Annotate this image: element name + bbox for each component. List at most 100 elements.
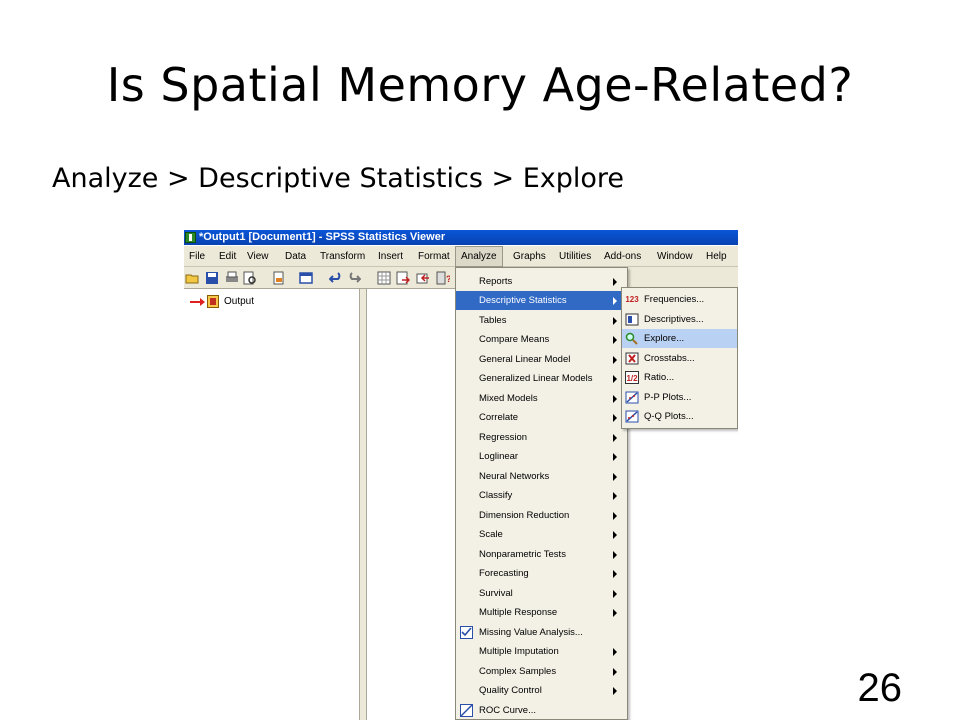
outline-pane: Output: [184, 289, 359, 720]
menu-add-ons[interactable]: Add-ons: [599, 249, 646, 265]
submenu-arrow-icon: [613, 278, 617, 286]
menu-item-mixed-models[interactable]: Mixed Models: [456, 389, 627, 408]
menu-item-compare-means[interactable]: Compare Means: [456, 330, 627, 349]
menu-item-label: Neural Networks: [479, 471, 550, 482]
pane-splitter[interactable]: [359, 289, 367, 720]
window-title: *Output1 [Document1] - SPSS Statistics V…: [199, 231, 446, 243]
menu-item-classify[interactable]: Classify: [456, 486, 627, 505]
menu-item-loglinear[interactable]: Loglinear: [456, 447, 627, 466]
menu-insert[interactable]: Insert: [373, 249, 408, 265]
missing-value-icon: [460, 626, 473, 639]
menu-transform[interactable]: Transform: [315, 249, 370, 265]
menu-item-multiple-imputation[interactable]: Multiple Imputation: [456, 642, 627, 661]
menu-item-ratio[interactable]: 1/2 Ratio...: [622, 368, 737, 387]
menu-item-general-linear-model[interactable]: General Linear Model: [456, 350, 627, 369]
menu-item-nonparametric-tests[interactable]: Nonparametric Tests: [456, 545, 627, 564]
undo-icon[interactable]: [329, 271, 343, 285]
menu-item-label: Nonparametric Tests: [479, 549, 566, 560]
menu-data[interactable]: Data: [280, 249, 311, 265]
menu-view[interactable]: View: [242, 249, 274, 265]
slide-title: Is Spatial Memory Age-Related?: [106, 58, 854, 112]
menu-item-frequencies[interactable]: 123 Frequencies...: [622, 290, 737, 309]
insert-cases-icon[interactable]: [416, 271, 430, 285]
menu-item-label: Dimension Reduction: [479, 510, 570, 521]
menu-item-label: Survival: [479, 588, 513, 599]
submenu-arrow-icon: [613, 297, 617, 305]
menu-item-label: Q-Q Plots...: [644, 411, 694, 422]
menu-item-regression[interactable]: Regression: [456, 428, 627, 447]
submenu-arrow-icon: [613, 609, 617, 617]
submenu-arrow-icon: [613, 336, 617, 344]
menu-analyze[interactable]: Analyze: [455, 246, 503, 267]
print-icon[interactable]: [225, 271, 239, 285]
menu-item-complex-samples[interactable]: Complex Samples: [456, 662, 627, 681]
variables-icon[interactable]: ?: [436, 271, 450, 285]
menu-item-neural-networks[interactable]: Neural Networks: [456, 467, 627, 486]
menu-item-label: Correlate: [479, 412, 519, 423]
submenu-arrow-icon: [613, 453, 617, 461]
menu-edit[interactable]: Edit: [214, 249, 241, 265]
spss-viewer-window: *Output1 [Document1] - SPSS Statistics V…: [184, 230, 738, 720]
menu-item-pp-plots[interactable]: P-P Plots...: [622, 388, 737, 407]
menu-item-explore[interactable]: Explore...: [622, 329, 737, 348]
menu-item-qq-plots[interactable]: Q-Q Plots...: [622, 407, 737, 426]
menu-item-forecasting[interactable]: Forecasting: [456, 564, 627, 583]
spss-app-icon: [185, 232, 196, 243]
export-icon[interactable]: [272, 271, 286, 285]
roc-curve-icon: [460, 704, 473, 717]
menu-item-label: Missing Value Analysis...: [479, 627, 583, 638]
print-preview-icon[interactable]: [243, 271, 257, 285]
menu-item-multiple-response[interactable]: Multiple Response: [456, 603, 627, 622]
menu-item-label: Forecasting: [479, 568, 529, 579]
menu-item-survival[interactable]: Survival: [456, 584, 627, 603]
window-titlebar[interactable]: *Output1 [Document1] - SPSS Statistics V…: [184, 230, 738, 245]
recall-dialog-icon[interactable]: [299, 271, 313, 285]
menu-item-generalized-linear-models[interactable]: Generalized Linear Models: [456, 369, 627, 388]
menu-item-label: Scale: [479, 529, 503, 540]
save-icon[interactable]: [205, 271, 219, 285]
menu-item-scale[interactable]: Scale: [456, 525, 627, 544]
submenu-arrow-icon: [613, 531, 617, 539]
submenu-arrow-icon: [613, 375, 617, 383]
qq-plot-icon: [625, 410, 639, 423]
menu-format[interactable]: Format: [413, 249, 455, 265]
menu-item-label: Multiple Imputation: [479, 646, 559, 657]
menu-graphs[interactable]: Graphs: [508, 249, 551, 265]
menu-item-label: Explore...: [644, 333, 685, 344]
menu-item-missing-value-analysis[interactable]: Missing Value Analysis...: [456, 623, 627, 642]
menu-item-crosstabs[interactable]: Crosstabs...: [622, 349, 737, 368]
descriptive-statistics-submenu: 123 Frequencies... Descriptives... Explo…: [621, 287, 738, 429]
menu-item-dimension-reduction[interactable]: Dimension Reduction: [456, 506, 627, 525]
frequencies-icon: 123: [625, 295, 639, 304]
open-folder-icon[interactable]: [185, 271, 199, 285]
menu-item-tables[interactable]: Tables: [456, 311, 627, 330]
menu-item-label: Frequencies...: [644, 294, 705, 305]
menu-item-roc-curve[interactable]: ROC Curve...: [456, 701, 627, 720]
output-book-icon: [207, 295, 219, 308]
menu-item-reports[interactable]: Reports: [456, 272, 627, 291]
menu-help[interactable]: Help: [701, 249, 732, 265]
menu-item-label: Multiple Response: [479, 607, 558, 618]
menu-item-descriptive-statistics[interactable]: Descriptive Statistics: [456, 291, 627, 310]
menu-file[interactable]: File: [184, 249, 210, 265]
menu-item-label: General Linear Model: [479, 354, 571, 365]
menu-item-correlate[interactable]: Correlate: [456, 408, 627, 427]
tree-item-label: Output: [224, 296, 255, 307]
svg-text:?: ?: [446, 274, 450, 284]
goto-data-icon[interactable]: [377, 271, 391, 285]
menu-item-label: Complex Samples: [479, 666, 557, 677]
menu-utilities[interactable]: Utilities: [554, 249, 596, 265]
menu-item-descriptives[interactable]: Descriptives...: [622, 310, 737, 329]
goto-case-icon[interactable]: [396, 271, 410, 285]
menu-item-quality-control[interactable]: Quality Control: [456, 681, 627, 700]
menu-item-label: Descriptive Statistics: [479, 295, 567, 306]
redo-icon[interactable]: [347, 271, 361, 285]
menu-item-label: Tables: [479, 315, 507, 326]
menu-item-label: Regression: [479, 432, 528, 443]
crosstabs-icon: [625, 352, 639, 365]
menu-item-label: Descriptives...: [644, 314, 704, 325]
slide-page-number: 26: [857, 666, 903, 710]
menu-item-label: Reports: [479, 276, 513, 287]
menu-window[interactable]: Window: [652, 249, 698, 265]
pp-plot-icon: [625, 391, 639, 404]
